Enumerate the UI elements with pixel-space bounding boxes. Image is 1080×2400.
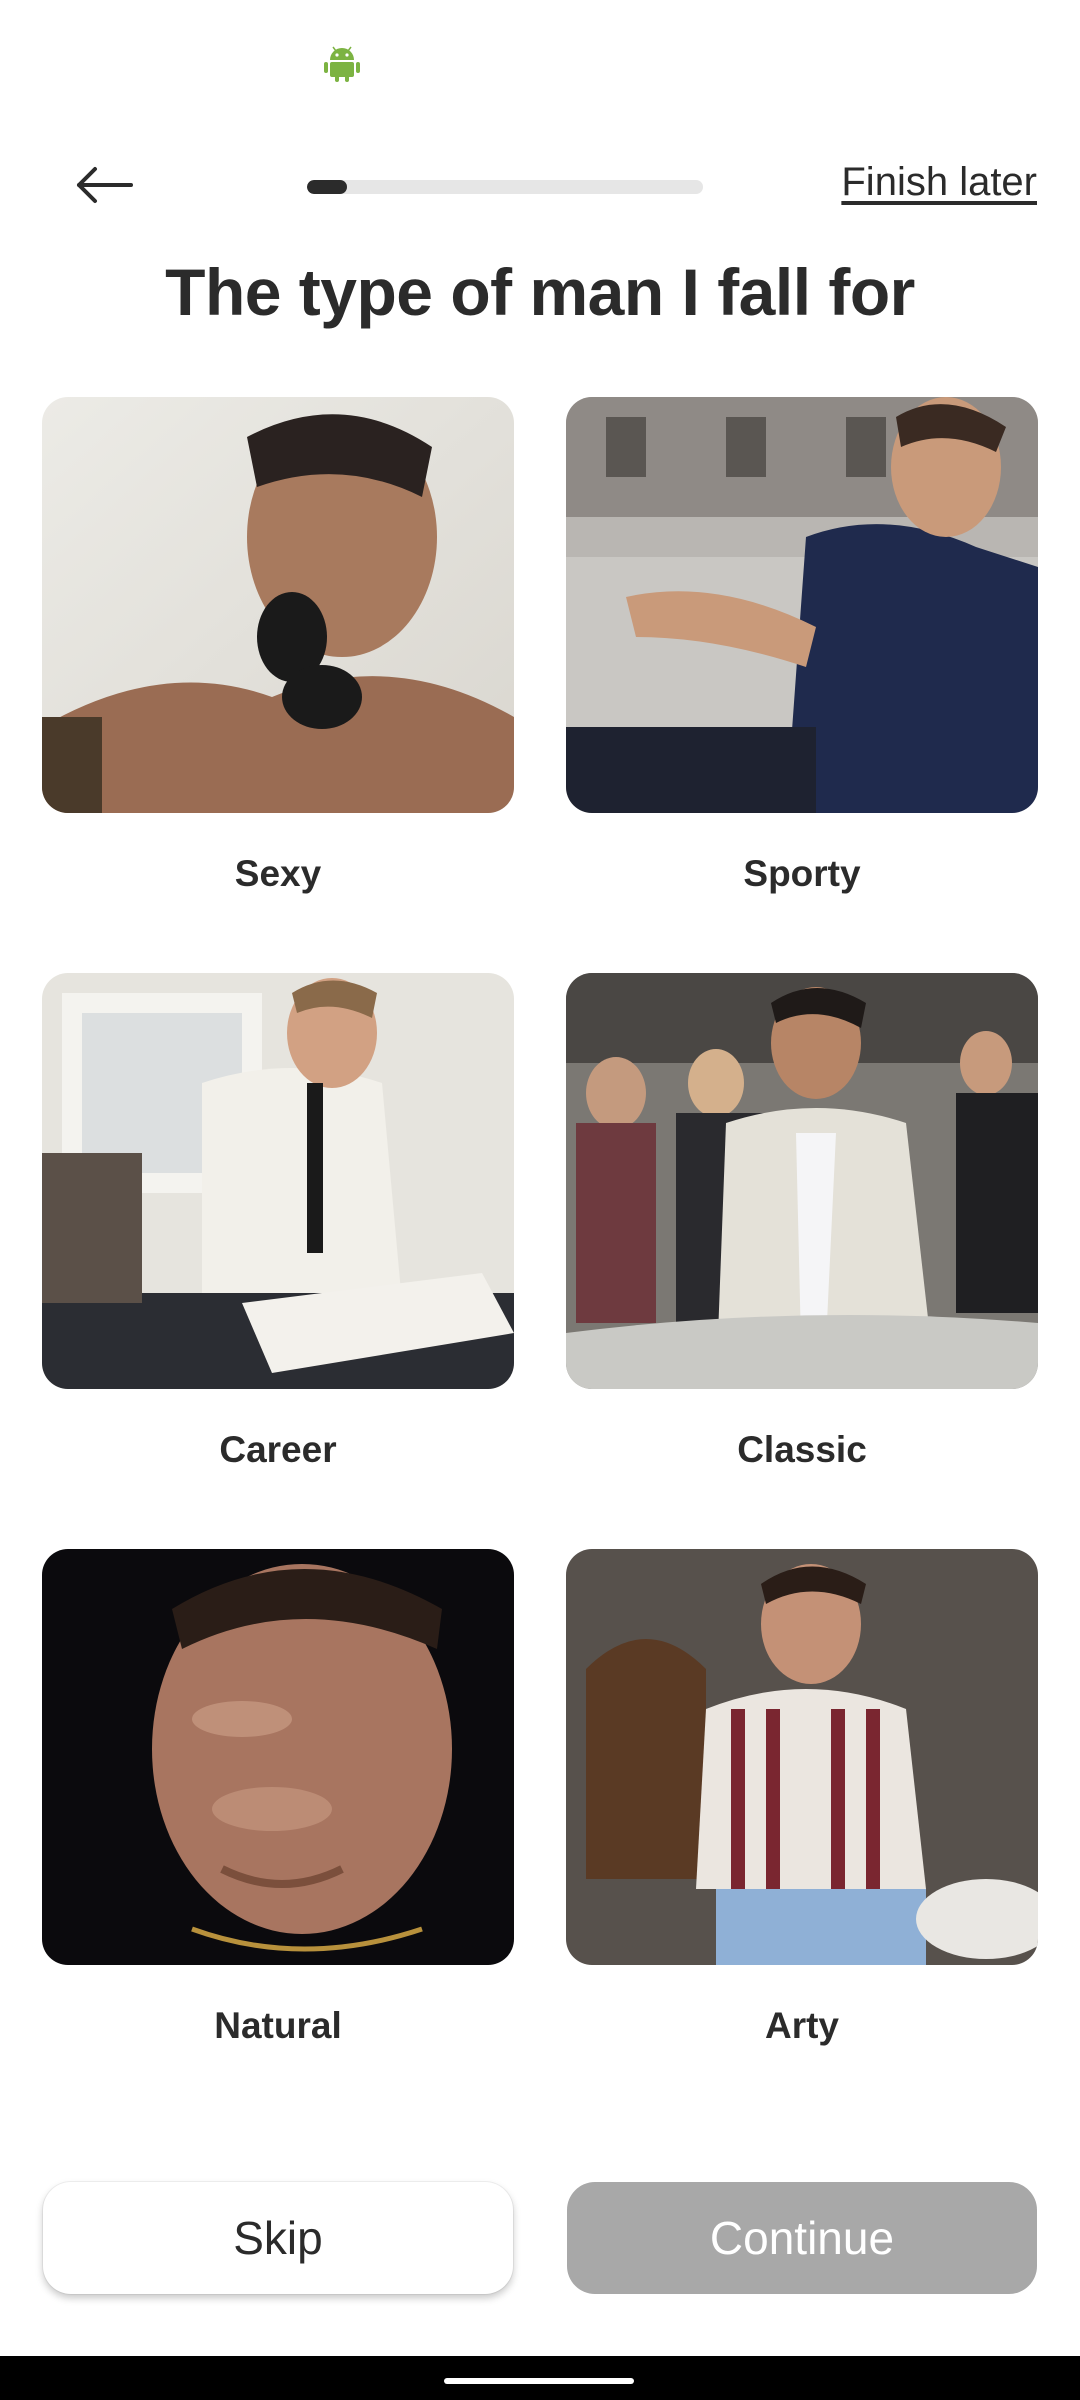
option-label: Sexy [234,853,322,894]
option-label: Sporty [743,853,861,894]
option-image [42,1549,514,1965]
option-card-career[interactable]: Career [42,973,514,1470]
option-label: Arty [764,2005,840,2046]
option-card-classic[interactable]: Classic [566,973,1038,1470]
navigation-bar [0,2356,1080,2400]
status-bar [0,0,1080,110]
photo-placeholder [566,397,1038,813]
option-label: Natural [214,2005,342,2046]
home-indicator[interactable] [444,2378,634,2384]
option-card-natural[interactable]: Natural [42,1549,514,2046]
photo-placeholder [42,1549,514,1965]
progress-fill [307,180,347,194]
option-image [566,973,1038,1389]
continue-button[interactable]: Continue [567,2182,1037,2294]
skip-button[interactable]: Skip [43,2182,513,2294]
android-icon [324,46,360,82]
option-image [42,973,514,1389]
option-label: Classic [737,1429,867,1470]
back-button[interactable] [60,150,150,220]
finish-later-link[interactable]: Finish later [841,160,1037,205]
page-title: The type of man I fall for [165,255,915,329]
option-card-arty[interactable]: Arty [566,1549,1038,2046]
option-card-sexy[interactable]: Sexy [42,397,514,894]
option-image [566,1549,1038,1965]
photo-placeholder [42,973,514,1389]
option-image [566,397,1038,813]
photo-placeholder [566,973,1038,1389]
option-card-sporty[interactable]: Sporty [566,397,1038,894]
photo-placeholder [42,397,514,813]
header: Finish later [0,130,1080,240]
option-image [42,397,514,813]
arrow-left-icon [77,167,133,203]
photo-placeholder [566,1549,1038,1965]
progress-bar [307,180,703,194]
option-label: Career [219,1429,337,1470]
